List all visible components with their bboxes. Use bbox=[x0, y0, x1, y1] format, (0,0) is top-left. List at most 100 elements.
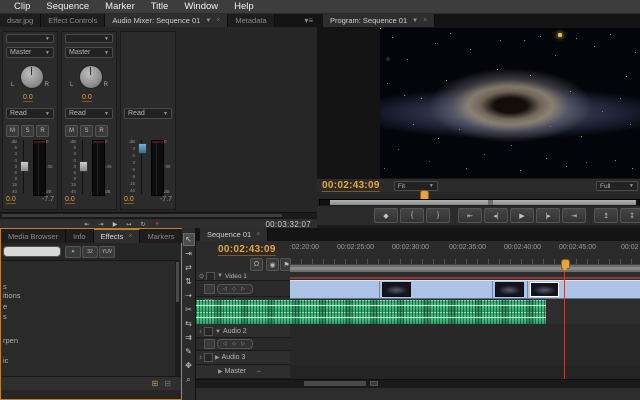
extract-button[interactable]: ↧ bbox=[620, 208, 640, 223]
tab-media-browser[interactable]: Media Browser bbox=[1, 229, 66, 243]
scrollbar-handle[interactable] bbox=[176, 262, 179, 302]
menu-marker[interactable]: Marker bbox=[97, 1, 143, 12]
tab-metadata[interactable]: Metadata bbox=[228, 14, 274, 27]
timeline-ruler[interactable]: 00:02:20:00 00:02:25:00 00:02:30:00 00:0… bbox=[290, 241, 640, 265]
snap-toggle[interactable]: Ω bbox=[250, 258, 263, 271]
volume-fader[interactable] bbox=[20, 140, 27, 194]
mute-button[interactable]: M bbox=[65, 125, 78, 137]
tab-close-icon[interactable]: × bbox=[216, 17, 220, 24]
effects-list-item[interactable]: ic bbox=[3, 356, 8, 365]
rate-stretch-tool[interactable]: ⇢ bbox=[183, 289, 195, 302]
lift-button[interactable]: ↥ bbox=[594, 208, 618, 223]
filter-yuv-icon[interactable]: YUV bbox=[99, 246, 115, 258]
slip-tool[interactable]: ⇆ bbox=[183, 317, 195, 330]
panel-menu-icon[interactable]: ▾≡ bbox=[300, 14, 317, 27]
hand-tool[interactable]: ✥ bbox=[183, 359, 195, 372]
collapse-icon[interactable]: ▼ bbox=[215, 329, 221, 335]
mark-in-button[interactable]: { bbox=[400, 208, 424, 223]
mark-out-button[interactable]: } bbox=[426, 208, 450, 223]
toggle-track-output-icon[interactable]: ♪ bbox=[199, 355, 202, 361]
tab-close-icon[interactable]: × bbox=[256, 231, 260, 238]
go-to-in-button[interactable]: ⇤ bbox=[458, 208, 482, 223]
pan-knob[interactable] bbox=[20, 65, 44, 89]
keyframe-nav[interactable]: ◁ ◇ ▷ bbox=[217, 339, 253, 349]
collapse-icon[interactable]: ▶ bbox=[215, 354, 220, 361]
collapse-icon[interactable]: ▶ bbox=[218, 368, 223, 375]
tab-markers[interactable]: Markers bbox=[140, 229, 182, 243]
effects-list-item[interactable]: s bbox=[3, 282, 7, 291]
clip-thumbnail[interactable] bbox=[530, 282, 559, 297]
new-custom-bin-icon[interactable]: ⊞ bbox=[152, 379, 159, 388]
track-lock-toggle[interactable] bbox=[204, 327, 213, 336]
input-select[interactable]: ▼ bbox=[6, 34, 54, 43]
set-display-style-button[interactable] bbox=[204, 339, 215, 349]
razor-tool[interactable]: ✂ bbox=[183, 303, 195, 316]
ripple-edit-tool[interactable]: ⇄ bbox=[183, 261, 195, 274]
keyframe-nav[interactable]: ◁ ◇ ▷ bbox=[217, 284, 253, 294]
audio2-track-content[interactable] bbox=[290, 324, 640, 352]
step-back-button[interactable]: ◂| bbox=[484, 208, 508, 223]
pan-knob[interactable] bbox=[79, 65, 103, 89]
toggle-track-output-icon[interactable]: ♪ bbox=[199, 329, 202, 335]
work-area-bar[interactable] bbox=[290, 264, 640, 272]
menu-sequence[interactable]: Sequence bbox=[38, 1, 97, 12]
play-button[interactable]: ▶ bbox=[510, 208, 534, 223]
playback-quality-select[interactable]: Full▼ bbox=[596, 181, 638, 191]
tab-close-icon[interactable]: × bbox=[128, 233, 132, 240]
play-in-to-out-button[interactable]: ↦ bbox=[122, 220, 136, 228]
tab-close-icon[interactable]: × bbox=[423, 17, 427, 24]
zoom-level-select[interactable]: Fit▼ bbox=[394, 181, 438, 191]
tab-program[interactable]: Program: Sequence 01 ▼ × bbox=[323, 14, 435, 27]
add-marker-button[interactable]: ◆ bbox=[374, 208, 398, 223]
menu-clip[interactable]: Clip bbox=[6, 1, 38, 12]
go-to-out-button[interactable]: ⇥ bbox=[562, 208, 586, 223]
clip-thumbnail[interactable] bbox=[495, 282, 524, 297]
record-arm-button[interactable]: R bbox=[95, 125, 108, 137]
audio-waveform-right[interactable] bbox=[196, 312, 546, 324]
automation-select[interactable]: Read▼ bbox=[65, 108, 113, 119]
record-arm-button[interactable]: R bbox=[36, 125, 49, 137]
solo-button[interactable]: S bbox=[80, 125, 93, 137]
tab-info[interactable]: Info bbox=[66, 229, 94, 243]
clip-thumbnail[interactable] bbox=[382, 282, 411, 297]
delete-icon[interactable]: ⊟ bbox=[164, 379, 171, 388]
video-track-content[interactable] bbox=[290, 280, 640, 299]
tab-source-clip[interactable]: dsar.jpg bbox=[0, 14, 41, 27]
slide-tool[interactable]: ⇉ bbox=[183, 331, 195, 344]
filter-32bit-icon[interactable]: 32 bbox=[82, 246, 98, 258]
fader-db-value[interactable]: 0.0 bbox=[6, 196, 16, 204]
track-select-tool[interactable]: ⇥ bbox=[183, 247, 195, 260]
menu-window[interactable]: Window bbox=[176, 1, 226, 12]
effects-list-item[interactable]: e bbox=[3, 302, 7, 311]
set-display-style-button[interactable] bbox=[204, 284, 215, 294]
scrollbar-handle[interactable] bbox=[304, 381, 366, 386]
effects-list-item[interactable]: itions bbox=[3, 291, 21, 300]
effects-list-item[interactable]: s bbox=[3, 312, 7, 321]
audio3-track-content[interactable] bbox=[290, 351, 640, 366]
go-to-out-button[interactable]: ⇥ bbox=[94, 220, 108, 228]
program-timecode[interactable]: 00:02:43:09 bbox=[322, 180, 380, 192]
toggle-track-output-icon[interactable]: ⊙ bbox=[199, 273, 204, 280]
record-button[interactable]: ● bbox=[150, 220, 164, 228]
automation-select[interactable]: Read▼ bbox=[6, 108, 54, 119]
output-assign-select[interactable]: Master▼ bbox=[6, 47, 54, 58]
menu-help[interactable]: Help bbox=[226, 1, 262, 12]
loop-button[interactable]: ↻ bbox=[136, 220, 150, 228]
effects-list-item[interactable]: rpen bbox=[3, 336, 18, 345]
set-chapter-marker-button[interactable]: ◉ bbox=[266, 258, 279, 271]
tab-sequence-01[interactable]: Sequence 01 × bbox=[200, 228, 268, 241]
output-assign-select[interactable]: Master▼ bbox=[65, 47, 113, 58]
input-select[interactable]: ▼ bbox=[65, 34, 113, 43]
fader-handle[interactable] bbox=[20, 161, 29, 172]
playhead-line[interactable] bbox=[564, 271, 565, 379]
fader-handle[interactable] bbox=[138, 143, 147, 154]
audio-waveform-left[interactable] bbox=[196, 300, 546, 312]
pan-value[interactable]: 0.0 bbox=[82, 94, 92, 102]
timeline-timecode[interactable]: 00:02:43:09 bbox=[218, 244, 276, 256]
automation-select[interactable]: Read▼ bbox=[124, 108, 172, 119]
track-header-audio2[interactable]: ♪ ▼ Audio 2 bbox=[196, 326, 290, 338]
scrollbar-handle[interactable] bbox=[2, 214, 282, 217]
step-forward-button[interactable]: |▸ bbox=[536, 208, 560, 223]
tab-effect-controls[interactable]: Effect Controls bbox=[41, 14, 105, 27]
track-header-audio3[interactable]: ♪ ▶ Audio 3 bbox=[196, 351, 290, 365]
